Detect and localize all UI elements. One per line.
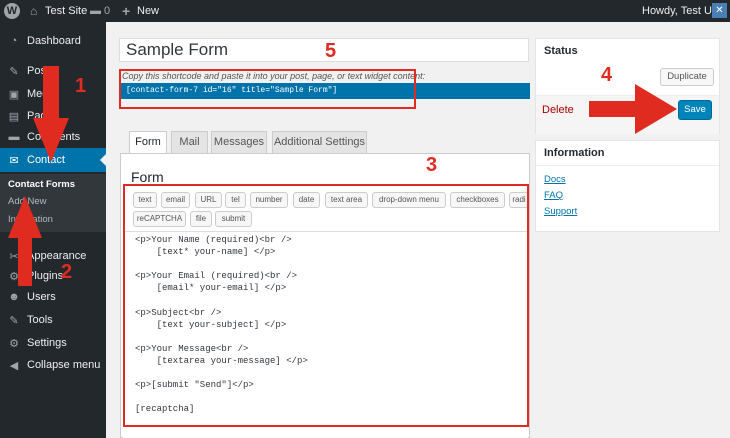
annotation-number-3: 3 <box>426 154 438 176</box>
sidebar-item-label: Tools <box>27 314 53 326</box>
sidebar-item-tools[interactable]: ✎ Tools <box>0 308 106 332</box>
admin-bar: W ⌂ Test Site ▬ 0 + New Howdy, Test User… <box>0 0 730 22</box>
docs-link[interactable]: Docs <box>544 174 566 185</box>
tab-messages[interactable]: Messages <box>211 131 267 153</box>
annotation-arrow-down-icon <box>33 66 69 162</box>
tab-form[interactable]: Form <box>129 131 167 154</box>
pages-icon: ▤ <box>8 110 20 123</box>
dashboard-icon: ◔ <box>10 35 18 47</box>
submenu-item-contact-forms[interactable]: Contact Forms <box>8 179 75 190</box>
sidebar-item-users[interactable]: ☻ Users <box>0 285 106 309</box>
sidebar-item-collapse-menu[interactable]: ◀ Collapse menu <box>0 353 106 377</box>
annotation-arrow-right-icon <box>589 84 677 134</box>
comment-count[interactable]: 0 <box>104 0 110 22</box>
save-button[interactable]: Save <box>678 100 712 120</box>
sidebar-item-label: Dashboard <box>27 35 81 47</box>
mail-icon: ✉ <box>9 154 19 167</box>
annotation-box-shortcode <box>119 69 416 109</box>
support-link[interactable]: Support <box>544 206 577 217</box>
sidebar-item-label: Collapse menu <box>27 359 101 371</box>
delete-link[interactable]: Delete <box>542 104 574 116</box>
pin-icon: ✎ <box>9 65 19 78</box>
avatar[interactable]: ✕ <box>712 3 727 18</box>
tab-mail[interactable]: Mail <box>171 131 208 153</box>
wordpress-logo-icon[interactable]: W <box>4 3 20 19</box>
media-icon: ▣ <box>8 88 20 101</box>
annotation-number-2: 2 <box>61 261 73 283</box>
sidebar-item-label: Settings <box>27 337 67 349</box>
faq-link[interactable]: FAQ <box>544 190 563 201</box>
information-box: Information Docs FAQ Support <box>535 140 720 232</box>
comment-bubble-icon[interactable]: ▬ <box>90 0 101 22</box>
home-icon[interactable]: ⌂ <box>30 0 37 22</box>
annotation-box-form-editor <box>123 184 529 427</box>
plus-icon[interactable]: + <box>122 0 130 22</box>
annotation-number-1: 1 <box>75 75 87 97</box>
sidebar-item-settings[interactable]: ⚙ Settings <box>0 331 106 355</box>
sidebar-item-dashboard[interactable]: ◔ Dashboard <box>0 29 106 53</box>
new-content-link[interactable]: New <box>137 0 159 22</box>
status-title: Status <box>544 45 578 57</box>
tools-icon: ✎ <box>9 314 19 327</box>
divider <box>536 165 719 166</box>
panel-heading: Form <box>131 169 164 185</box>
form-title-input[interactable]: Sample Form <box>119 38 529 62</box>
annotation-number-5: 5 <box>325 40 337 62</box>
information-title: Information <box>544 147 605 159</box>
settings-icon: ⚙ <box>9 337 19 350</box>
sidebar-item-label: Users <box>27 291 56 303</box>
users-icon: ☻ <box>8 291 20 303</box>
annotation-arrow-up-icon <box>8 196 42 286</box>
collapse-icon: ◀ <box>9 359 19 372</box>
tab-additional-settings[interactable]: Additional Settings <box>272 131 367 153</box>
comments-icon: ▬ <box>8 131 20 143</box>
site-name-link[interactable]: Test Site <box>45 0 87 22</box>
